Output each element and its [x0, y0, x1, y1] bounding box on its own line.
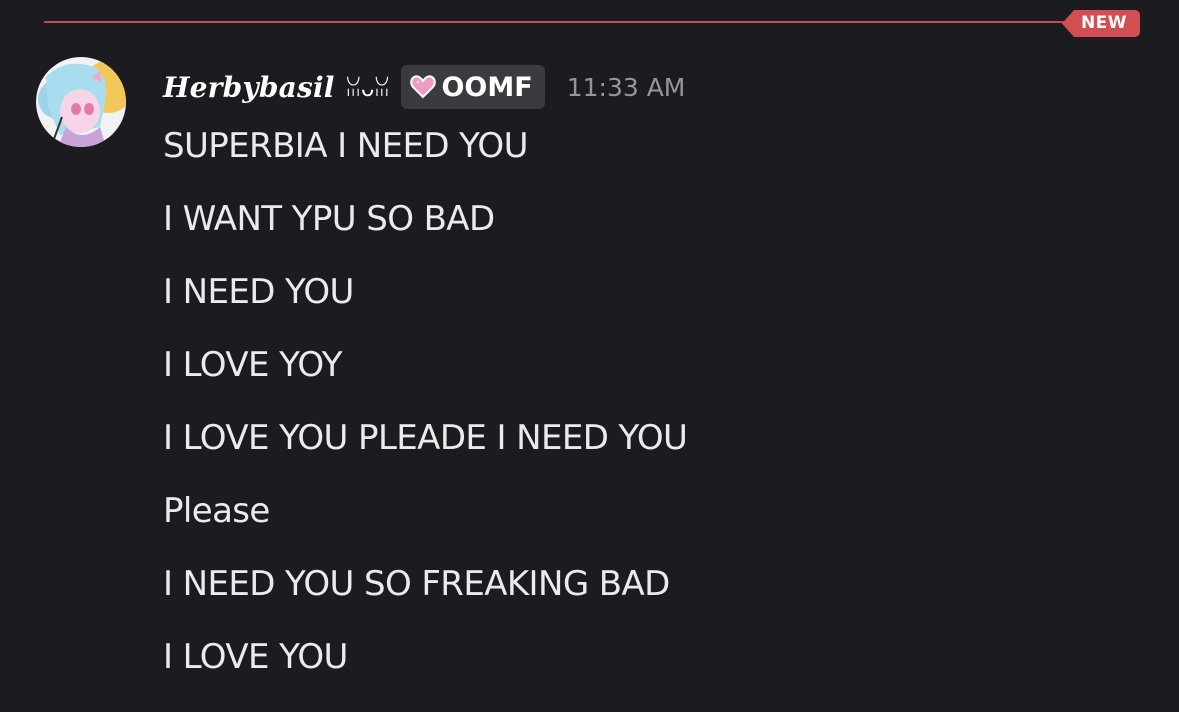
- new-messages-divider: [44, 21, 1090, 23]
- message-timestamp[interactable]: 11:33 AM: [567, 73, 686, 102]
- new-messages-badge: NEW: [1062, 10, 1140, 37]
- message-line[interactable]: I LOVE YOY: [163, 343, 687, 416]
- server-tag[interactable]: OOMF: [401, 65, 545, 109]
- message-line[interactable]: SUPERBIA I NEED YOU: [163, 124, 687, 197]
- message-header: Herbybasil ꈍᴗꈍ OOMF 11:33 AM: [163, 64, 685, 110]
- message-line[interactable]: Please: [163, 489, 687, 562]
- pink-heart-icon: [410, 75, 437, 99]
- message-line[interactable]: I LOVE YOU PLEADE I NEED YOU: [163, 416, 688, 489]
- message-line[interactable]: I LOVE YOU: [163, 635, 687, 708]
- avatar[interactable]: [36, 57, 126, 147]
- message-line[interactable]: I NEED YOU: [163, 270, 687, 343]
- message-lines: SUPERBIA I NEED YOU I WANT YPU SO BAD I …: [163, 124, 688, 708]
- avatar-image: [36, 57, 126, 147]
- message-line[interactable]: I WANT YPU SO BAD: [163, 197, 687, 270]
- username[interactable]: Herbybasil: [163, 71, 335, 104]
- message-line[interactable]: I NEED YOU SO FREAKING BAD: [163, 562, 687, 635]
- username-decoration: ꈍᴗꈍ: [344, 76, 391, 102]
- server-tag-label: OOMF: [441, 71, 533, 103]
